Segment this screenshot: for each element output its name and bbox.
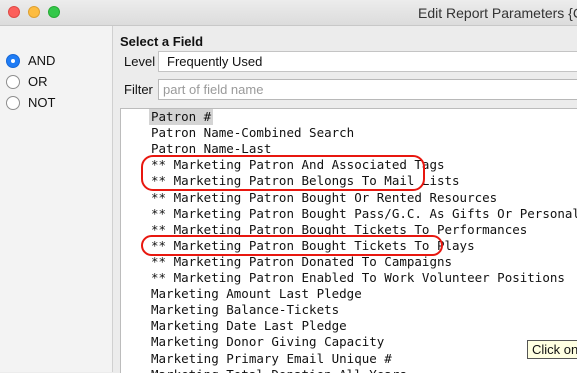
minimize-window-button[interactable] <box>28 6 40 18</box>
annotation-highlight-oval <box>141 155 425 191</box>
title-bar: Edit Report Parameters {Co <box>0 0 577 26</box>
zoom-window-button[interactable] <box>48 6 60 18</box>
radio-not[interactable]: NOT <box>6 95 55 110</box>
radio-and[interactable]: AND <box>6 53 55 68</box>
field-list-item[interactable]: ** Marketing Patron Enabled To Work Volu… <box>151 270 565 286</box>
level-select-value: Frequently Used <box>167 54 263 69</box>
field-list-item[interactable]: Patron Name-Combined Search <box>151 125 354 141</box>
radio-or-button[interactable] <box>6 74 20 89</box>
field-list-item[interactable]: Marketing Balance-Tickets <box>151 302 339 318</box>
field-list-item[interactable]: Marketing Total Donation All Years <box>151 367 407 373</box>
radio-and-label: AND <box>28 53 56 68</box>
close-window-button[interactable] <box>8 6 20 18</box>
level-select[interactable]: Frequently Used <box>158 51 577 72</box>
field-list-item[interactable]: Marketing Date Last Pledge <box>151 318 347 334</box>
select-field-heading: Select a Field <box>120 34 204 49</box>
filter-input[interactable] <box>158 79 577 100</box>
radio-and-button[interactable] <box>6 53 20 68</box>
radio-not-label: NOT <box>28 95 56 110</box>
field-list-item[interactable]: Marketing Amount Last Pledge <box>151 286 362 302</box>
radio-not-button[interactable] <box>6 95 20 110</box>
field-list[interactable]: Patron # Patron Name-Combined Search Patro… <box>120 108 577 373</box>
field-list-item[interactable]: Marketing Primary Email Unique # <box>151 351 392 367</box>
field-list-item[interactable]: ** Marketing Patron Bought Or Rented Res… <box>151 190 497 206</box>
annotation-highlight-oval <box>141 235 443 256</box>
filter-label: Filter <box>124 82 153 97</box>
field-list-item[interactable]: Patron # <box>149 109 214 125</box>
field-list-item[interactable]: Marketing Donor Giving Capacity <box>151 334 384 350</box>
radio-or-label: OR <box>28 74 48 89</box>
radio-or[interactable]: OR <box>6 74 48 89</box>
window-title: Edit Report Parameters {Co <box>418 5 577 21</box>
field-list-item[interactable]: ** Marketing Patron Donated To Campaigns <box>151 254 452 270</box>
level-label: Level <box>124 54 156 69</box>
tooltip: Click on <box>527 340 577 359</box>
field-list-item[interactable]: ** Marketing Patron Bought Pass/G.C. As … <box>151 206 577 222</box>
logic-panel: AND OR NOT <box>0 26 113 372</box>
